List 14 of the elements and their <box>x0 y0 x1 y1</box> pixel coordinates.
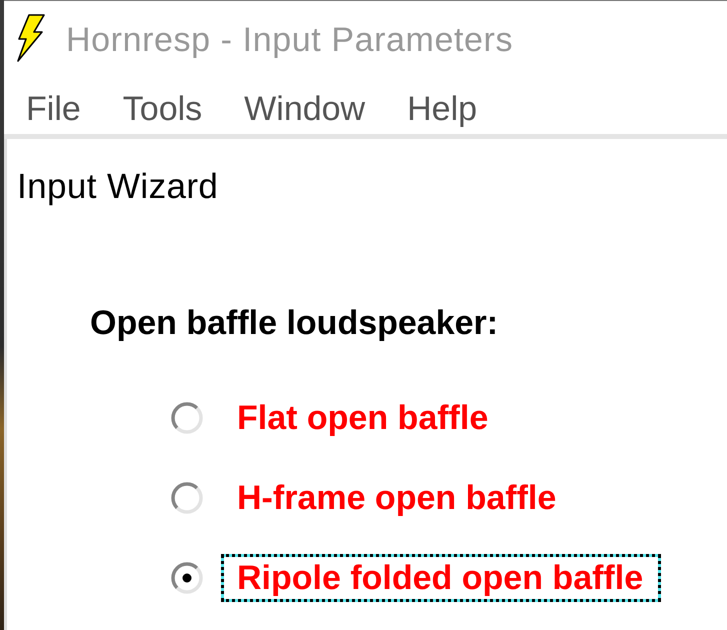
wizard-heading: Input Wizard <box>17 167 220 207</box>
option-label[interactable]: Flat open baffle <box>221 394 506 442</box>
window-title: Hornresp - Input Parameters <box>66 21 514 60</box>
menu-item[interactable]: File <box>5 90 102 128</box>
menu-item[interactable]: Help <box>386 90 498 128</box>
option-label[interactable]: Ripole folded open baffle <box>221 554 662 602</box>
menu-item[interactable]: Tools <box>102 90 224 128</box>
wizard-prompt: Open baffle loudspeaker: <box>90 303 500 343</box>
radio-button[interactable] <box>170 561 204 595</box>
option-label[interactable]: H-frame open baffle <box>221 474 574 522</box>
lightning-bolt-icon <box>15 14 45 62</box>
radio-button[interactable] <box>170 481 204 515</box>
menu-item[interactable]: Window <box>223 90 386 128</box>
radio-button[interactable] <box>170 401 204 435</box>
